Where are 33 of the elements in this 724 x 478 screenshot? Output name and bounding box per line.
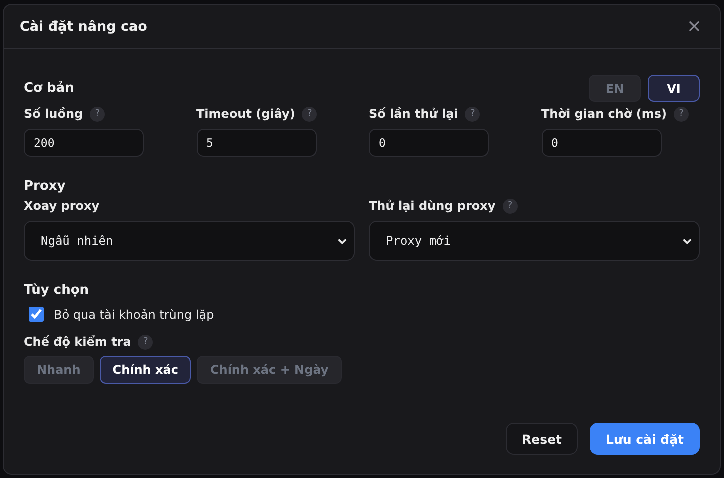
mode-button[interactable]: Chính xác + Ngày [197,356,342,384]
language-button[interactable]: EN [589,75,641,102]
save-button[interactable]: Lưu cài đặt [590,423,700,455]
mode-button[interactable]: Nhanh [24,356,94,384]
section-title: Cơ bản [24,81,74,96]
help-icon[interactable]: ? [90,106,106,122]
language-button[interactable]: VI [648,75,700,102]
field-label: Thử lại dùng proxy [369,199,496,213]
field-label: Timeout (giây) [196,107,296,121]
section-title: Proxy [24,179,67,194]
help-icon[interactable]: ? [674,106,689,122]
field-label: Xoay proxy [24,199,100,213]
reset-button[interactable]: Reset [506,423,578,455]
dropdown[interactable]: Proxy mới [369,221,700,261]
dropdown[interactable]: Ngẫu nhiên [24,221,355,261]
dialog-title: Cài đặt nâng cao [20,18,148,34]
field-label: Thời gian chờ (ms) [542,107,667,121]
mode-button[interactable]: Chính xác [100,356,192,384]
checkbox[interactable] [29,307,44,322]
help-icon[interactable]: ? [302,106,318,122]
help-icon[interactable]: ? [502,198,518,214]
number-field[interactable]: 0 [542,129,662,157]
number-field[interactable]: 5 [196,129,316,157]
field-label: Số lần thử lại [369,107,458,121]
help-icon[interactable]: ? [138,334,154,350]
checkbox-label: Bỏ qua tài khoản trùng lặp [54,308,214,322]
field-label: Số luồng [24,107,84,121]
number-field[interactable]: 0 [369,129,489,157]
help-icon[interactable]: ? [465,106,480,122]
close-button[interactable]: × [682,16,706,37]
field-label: Chế độ kiểm tra [24,335,132,349]
section-title: Tùy chọn [24,283,90,298]
number-field[interactable]: 200 [24,129,144,157]
